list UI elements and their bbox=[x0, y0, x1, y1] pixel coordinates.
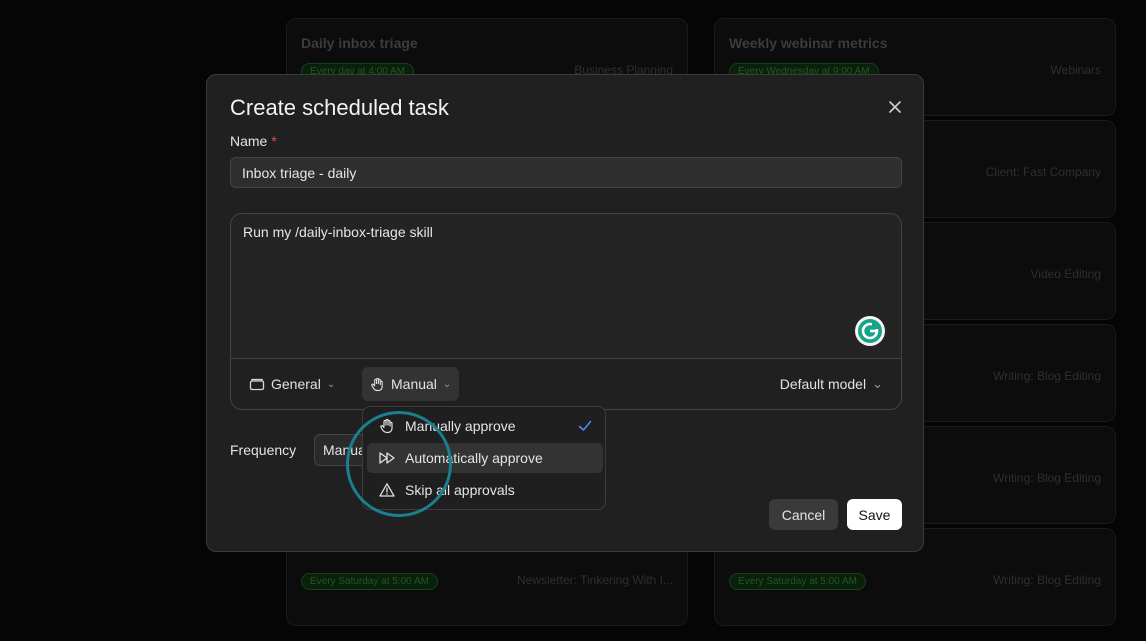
required-mark: * bbox=[271, 133, 277, 149]
project-tag: Client: Fast Company bbox=[985, 165, 1101, 179]
menu-item-manually-approve[interactable]: Manually approve bbox=[367, 411, 603, 441]
fast-forward-icon bbox=[377, 448, 397, 468]
save-button[interactable]: Save bbox=[847, 499, 902, 530]
menu-item-label: Automatically approve bbox=[405, 450, 543, 466]
chevron-down-icon: ⌄ bbox=[326, 378, 336, 390]
menu-item-automatically-approve[interactable]: Automatically approve bbox=[367, 443, 603, 473]
project-tag: Writing: Blog Editing bbox=[993, 573, 1101, 587]
check-icon bbox=[578, 420, 592, 431]
dialog-title: Create scheduled task bbox=[230, 95, 449, 120]
prompt-textarea[interactable]: Run my /daily-inbox-triage skill bbox=[231, 214, 901, 359]
project-tag: Webinars bbox=[1050, 63, 1101, 77]
menu-item-label: Manually approve bbox=[405, 418, 516, 434]
project-selector[interactable]: General ⌄ bbox=[241, 367, 343, 401]
close-icon bbox=[889, 101, 901, 113]
approval-mode-selector[interactable]: Manual ⌄ bbox=[362, 367, 460, 401]
chevron-down-icon: ⌄ bbox=[442, 378, 452, 390]
schedule-badge: Every Saturday at 5:00 AM bbox=[301, 573, 438, 590]
hand-icon bbox=[377, 416, 397, 436]
project-label: General bbox=[271, 376, 321, 392]
cancel-button[interactable]: Cancel bbox=[769, 499, 838, 530]
approval-mode-menu: Manually approve Automatically approve S… bbox=[362, 406, 606, 510]
warning-icon bbox=[377, 480, 397, 500]
chevron-down-icon: ⌄ bbox=[872, 376, 883, 391]
grammarly-icon[interactable] bbox=[855, 316, 885, 346]
project-tag: Video Editing bbox=[1030, 267, 1102, 281]
prompt-text: Run my /daily-inbox-triage skill bbox=[243, 224, 433, 240]
close-button[interactable] bbox=[885, 97, 905, 117]
folder-icon bbox=[249, 378, 265, 391]
prompt-composer: Run my /daily-inbox-triage skill General… bbox=[230, 213, 902, 410]
name-label-text: Name bbox=[230, 133, 268, 149]
menu-item-skip-all-approvals[interactable]: Skip all approvals bbox=[367, 475, 603, 505]
project-tag: Writing: Blog Editing bbox=[993, 471, 1101, 485]
name-label: Name * bbox=[230, 133, 277, 149]
model-selector[interactable]: Default model ⌄ bbox=[772, 367, 891, 401]
hand-icon bbox=[371, 377, 383, 391]
approval-mode-label: Manual bbox=[391, 376, 437, 392]
frequency-label: Frequency bbox=[230, 442, 297, 458]
task-card-title: Weekly webinar metrics bbox=[729, 35, 888, 51]
model-label: Default model bbox=[779, 376, 867, 392]
project-tag: Writing: Blog Editing bbox=[993, 369, 1101, 383]
task-card-title: Daily inbox triage bbox=[301, 35, 418, 51]
menu-item-label: Skip all approvals bbox=[405, 482, 515, 498]
schedule-badge: Every Saturday at 5:00 AM bbox=[729, 573, 866, 590]
name-input[interactable] bbox=[230, 157, 902, 188]
project-tag: Newsletter: Tinkering With I... bbox=[516, 573, 673, 587]
